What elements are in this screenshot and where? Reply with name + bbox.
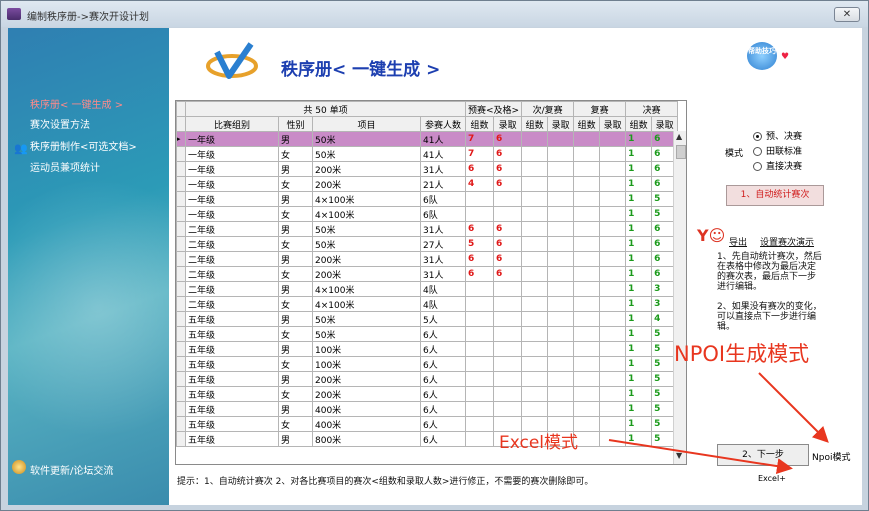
- update-icon: [12, 460, 26, 474]
- sidebar-item-session-method[interactable]: 赛次设置方法: [30, 116, 90, 131]
- users-icon: 👥: [14, 142, 28, 155]
- sidebar-item-one-click[interactable]: 秩序册< 一键生成 >: [30, 96, 123, 111]
- sidebar-item-update[interactable]: 软件更新/论坛交流: [30, 462, 113, 477]
- main-panel: 秩序册< 一键生成 > 帮助技巧 ♥ 共 50 单项 预赛<及格> 次/复赛 复…: [169, 28, 862, 505]
- title-bar: 编制秩序册->赛次开设计划 ✕: [1, 1, 868, 27]
- close-button[interactable]: ✕: [834, 7, 860, 22]
- sidebar-item-athlete-stats[interactable]: 运动员兼项统计: [30, 159, 100, 174]
- main-window: 编制秩序册->赛次开设计划 ✕ 秩序册< 一键生成 > 👥 赛次设置方法 秩序册…: [0, 0, 869, 511]
- window-title: 编制秩序册->赛次开设计划: [27, 12, 149, 23]
- sidebar-item-doc-make[interactable]: 秩序册制作<可选文档>: [30, 138, 137, 153]
- annotation-arrows: [608, 372, 829, 475]
- sidebar: 秩序册< 一键生成 > 👥 赛次设置方法 秩序册制作<可选文档> 运动员兼项统计…: [8, 28, 169, 505]
- sidebar-glow: [8, 178, 169, 438]
- app-icon: [7, 8, 21, 20]
